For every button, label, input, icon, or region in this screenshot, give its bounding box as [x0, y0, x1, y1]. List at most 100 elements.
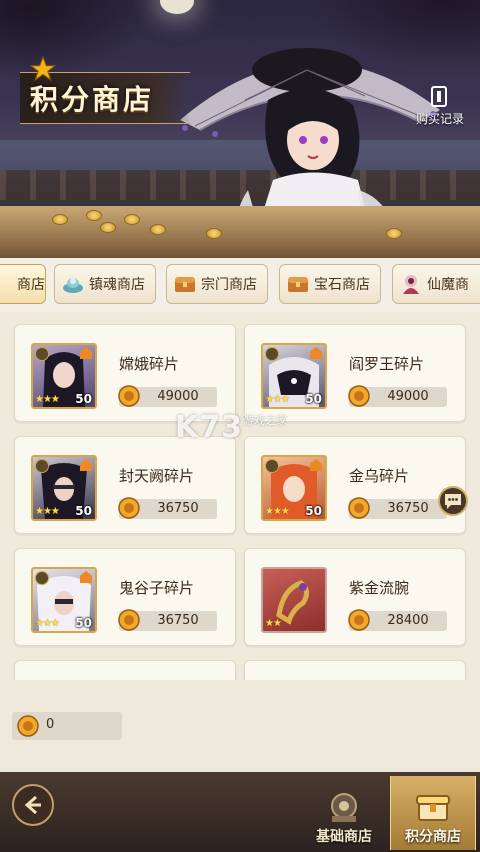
- chat-bubble-icon: [445, 494, 461, 509]
- page-title: 积分商店: [30, 83, 155, 116]
- star-rating: ★★: [265, 618, 282, 629]
- document-icon: [431, 86, 447, 107]
- price-tag: 36750: [118, 497, 217, 519]
- treasure-chest-icon: [288, 277, 308, 292]
- star-rating: ★★★: [35, 394, 60, 405]
- coin-decoration: [150, 224, 166, 235]
- back-arrow-icon: [24, 795, 41, 815]
- class-badge-icon: [35, 347, 49, 361]
- coin-decoration: [86, 210, 102, 221]
- tab-soul-shop[interactable]: 镇魂商店: [54, 264, 156, 304]
- coin-decoration: [52, 214, 68, 225]
- table-surface: [0, 206, 480, 258]
- points-balance-value: 0: [46, 717, 55, 732]
- tab-shop[interactable]: 商店: [0, 264, 46, 304]
- hero-level: 50: [75, 504, 92, 518]
- coin-decoration: [100, 222, 116, 233]
- coin-decoration: [386, 228, 402, 239]
- points-coin-icon: [118, 609, 140, 631]
- star-rating: ★★★: [265, 506, 290, 517]
- hero-portrait: ★★★ 50: [31, 343, 97, 409]
- item-card[interactable]: ★★ 紫金流腕 28400: [244, 548, 466, 646]
- nav-label: 基础商店: [316, 829, 372, 845]
- price-tag: 36750: [348, 497, 447, 519]
- tab-label: 商店: [17, 277, 45, 293]
- immortal-demon-icon: [403, 275, 419, 294]
- tab-immortal-demon-shop[interactable]: 仙魔商: [392, 264, 480, 304]
- class-badge-icon: [265, 459, 279, 473]
- points-coin-icon: [348, 385, 370, 407]
- points-coin-icon: [118, 385, 140, 407]
- item-card[interactable]: [244, 660, 466, 680]
- item-card[interactable]: ★★★ 50 嫦娥碎片 49000: [14, 324, 236, 422]
- item-name: 嫦娥碎片: [119, 355, 180, 373]
- coin-decoration: [206, 228, 222, 239]
- purchase-history-label: 购买记录: [415, 112, 464, 126]
- price-tag: 49000: [348, 385, 447, 407]
- price-tag: 49000: [118, 385, 217, 407]
- star-rating: ★★★: [35, 618, 60, 629]
- tab-label: 仙魔商: [427, 277, 469, 293]
- purchase-history-button[interactable]: 购买记录: [410, 86, 470, 132]
- basic-shop-icon: [331, 793, 357, 822]
- class-badge-icon: [35, 459, 49, 473]
- class-badge-icon: [265, 347, 279, 361]
- price-tag: 36750: [118, 609, 217, 631]
- item-card[interactable]: [14, 660, 236, 680]
- item-card[interactable]: ★★★ 50 鬼谷子碎片 36750: [14, 548, 236, 646]
- class-badge-icon: [35, 571, 49, 585]
- price-tag: 28400: [348, 609, 447, 631]
- star-rating: ★★★: [35, 506, 60, 517]
- item-price: 28400: [387, 613, 429, 628]
- back-button[interactable]: [12, 784, 54, 826]
- treasure-chest-icon: [175, 277, 195, 292]
- tab-label: 宗门商店: [201, 277, 257, 293]
- tab-label: 宝石商店: [314, 277, 370, 293]
- item-name: 金乌碎片: [349, 467, 410, 485]
- star-rating: ★★★: [265, 394, 290, 405]
- points-coin-icon: [17, 715, 39, 737]
- item-name: 封天阙碎片: [119, 467, 195, 485]
- branch-decoration: [0, 0, 150, 80]
- item-price: 49000: [387, 389, 429, 404]
- item-price: 36750: [157, 501, 199, 516]
- item-card[interactable]: ★★★ 50 阎罗王碎片 49000: [244, 324, 466, 422]
- item-name: 鬼谷子碎片: [119, 579, 195, 597]
- item-price: 36750: [157, 613, 199, 628]
- watermark-subtitle: 游戏之家: [243, 414, 287, 427]
- points-coin-icon: [118, 497, 140, 519]
- hero-portrait: ★★★ 50: [261, 343, 327, 409]
- points-shop-screen: 积分商店 购买记录 商店 镇魂商店 宗门商店 宝石商店 仙魔商 ★★★ 50 嫦…: [0, 0, 480, 852]
- hero-portrait: ★★★ 50: [261, 455, 327, 521]
- tab-label: 镇魂商店: [89, 277, 145, 293]
- item-card[interactable]: ★★★ 50 封天阙碎片 36750: [14, 436, 236, 534]
- nav-label: 积分商店: [405, 829, 461, 845]
- points-coin-icon: [348, 497, 370, 519]
- item-name: 阎罗王碎片: [349, 355, 425, 373]
- hero-level: 50: [305, 392, 322, 406]
- hero-level: 50: [305, 504, 322, 518]
- item-name: 紫金流腕: [349, 579, 410, 597]
- header-banner: 积分商店 购买记录: [0, 0, 480, 258]
- chat-button[interactable]: [438, 486, 468, 516]
- points-balance: 0: [12, 712, 122, 740]
- nav-basic-shop[interactable]: 基础商店: [302, 776, 386, 850]
- bracelet-item: ★★: [261, 567, 327, 633]
- soul-lamp-icon: [63, 278, 83, 293]
- tab-sect-shop[interactable]: 宗门商店: [166, 264, 268, 304]
- nav-points-shop[interactable]: 积分商店: [390, 776, 476, 850]
- item-grid: ★★★ 50 嫦娥碎片 49000 ★★★ 50 阎罗王碎片 49000 ★★★…: [0, 312, 480, 680]
- item-price: 36750: [387, 501, 429, 516]
- hero-portrait: ★★★ 50: [31, 567, 97, 633]
- hero-level: 50: [75, 616, 92, 630]
- points-shop-icon: [416, 795, 450, 821]
- points-coin-icon: [348, 609, 370, 631]
- coin-decoration: [124, 214, 140, 225]
- item-card[interactable]: ★★★ 50 金乌碎片 36750: [244, 436, 466, 534]
- tab-gem-shop[interactable]: 宝石商店: [279, 264, 381, 304]
- moon: [160, 0, 194, 14]
- hero-portrait: ★★★ 50: [31, 455, 97, 521]
- hero-level: 50: [75, 392, 92, 406]
- watermark-logo: K73: [175, 410, 243, 445]
- item-price: 49000: [157, 389, 199, 404]
